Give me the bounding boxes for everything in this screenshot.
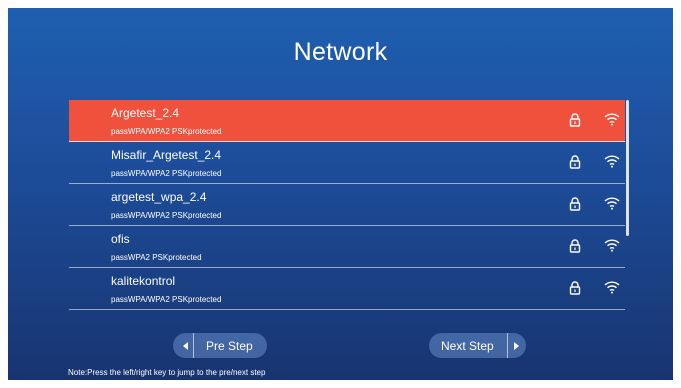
lock-icon (569, 197, 581, 211)
network-item-kalitekontrol[interactable]: kalitekontrol passWPA/WPA2 PSKprotected (69, 268, 625, 310)
network-security: passWPA/WPA2 PSKprotected (111, 295, 222, 304)
network-security: passWPA/WPA2 PSKprotected (111, 169, 222, 178)
network-ssid: Argetest_2.4 (111, 106, 180, 120)
pre-step-button[interactable]: Pre Step (173, 333, 267, 358)
wifi-icon (604, 239, 620, 252)
network-item-ofis[interactable]: ofis passWPA2 PSKprotected (69, 226, 625, 268)
wifi-icon (604, 155, 620, 168)
lock-icon (569, 281, 581, 295)
arrow-left-icon (177, 333, 194, 358)
navigation-note: Note:Press the left/right key to jump to… (68, 368, 266, 377)
network-security: passWPA2 PSKprotected (111, 253, 202, 262)
page-title: Network (293, 38, 388, 66)
network-security: passWPA/WPA2 PSKprotected (111, 211, 222, 220)
network-list: Argetest_2.4 passWPA/WPA2 PSKprotected M… (69, 100, 625, 315)
network-ssid: kalitekontrol (111, 274, 176, 288)
network-item-misafir-argetest-2-4[interactable]: Misafir_Argetest_2.4 passWPA/WPA2 PSKpro… (69, 142, 625, 184)
network-security: passWPA/WPA2 PSKprotected (111, 127, 222, 136)
lock-icon (569, 155, 581, 169)
wifi-icon (604, 113, 620, 126)
lock-icon (569, 113, 581, 127)
pre-step-label: Pre Step (206, 339, 253, 353)
lock-icon (569, 239, 581, 253)
wifi-icon (604, 281, 620, 294)
network-setup-screen: Network Argetest_2.4 passWPA/WPA2 PSKpro… (8, 8, 673, 380)
next-step-button[interactable]: Next Step (429, 333, 526, 358)
network-ssid: ofis (111, 232, 130, 246)
network-ssid: argetest_wpa_2.4 (111, 190, 207, 204)
network-ssid: Misafir_Argetest_2.4 (111, 148, 222, 162)
network-item-argetest-2-4[interactable]: Argetest_2.4 passWPA/WPA2 PSKprotected (69, 100, 625, 142)
next-step-label: Next Step (441, 339, 494, 353)
wifi-icon (604, 197, 620, 210)
network-item-argetest-wpa-2-4[interactable]: argetest_wpa_2.4 passWPA/WPA2 PSKprotect… (69, 184, 625, 226)
list-scrollbar[interactable] (626, 100, 629, 236)
arrow-right-icon (507, 333, 524, 358)
